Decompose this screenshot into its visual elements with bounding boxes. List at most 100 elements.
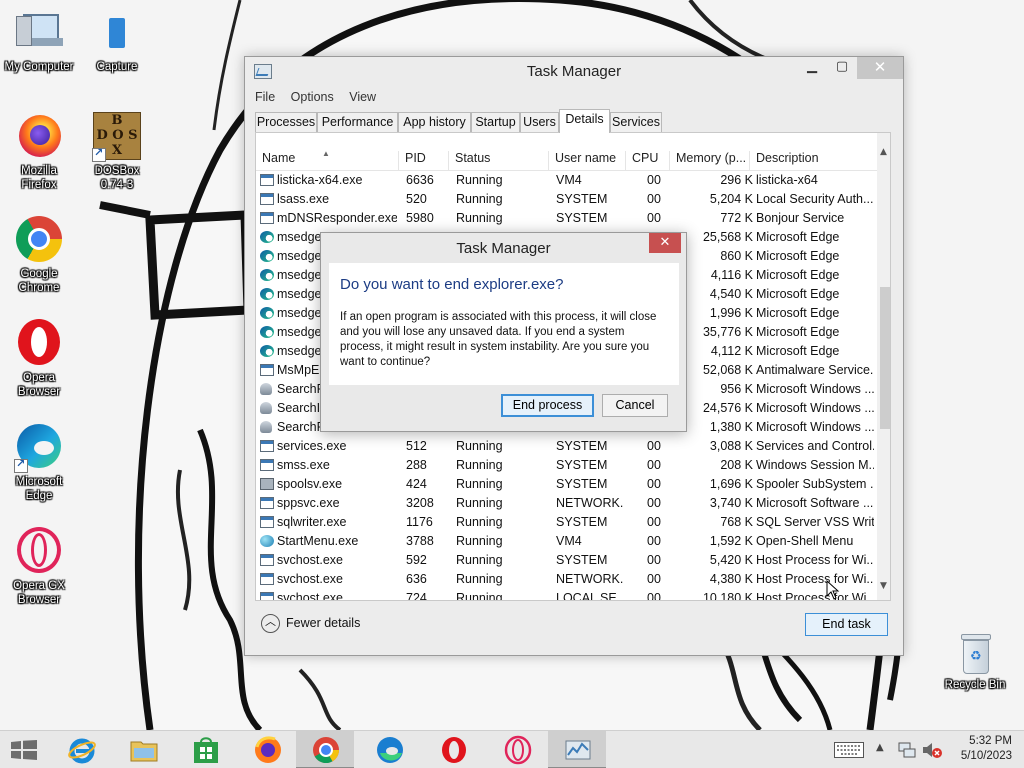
cell-desc: Microsoft Windows ... — [756, 401, 874, 415]
end-process-button[interactable]: End process — [501, 394, 594, 417]
table-row[interactable]: svchost.exe 592 Running SYSTEM 00 5,420 K Host… — [256, 551, 877, 570]
fewer-details-button[interactable]: ︿ Fewer details — [261, 614, 360, 636]
column-header-status[interactable]: Status — [449, 151, 549, 171]
end-task-button[interactable]: End task — [805, 613, 888, 636]
menu-file[interactable]: File — [255, 90, 275, 104]
tab-services[interactable]: Services — [610, 112, 662, 133]
cell-mem: 24,576 K — [702, 401, 753, 415]
close-button[interactable]: ✕ — [857, 57, 903, 79]
tab-app-history[interactable]: App history — [398, 112, 471, 133]
cell-user: SYSTEM — [556, 553, 608, 567]
menu-options[interactable]: Options — [291, 90, 334, 104]
taskbar-firefox[interactable] — [238, 731, 296, 768]
taskbar-store[interactable] — [176, 731, 234, 768]
cell-user: LOCAL SE... — [556, 591, 624, 601]
show-hidden-icons-icon[interactable]: ▲ — [876, 742, 884, 753]
desktop-icon-chrome[interactable]: Google Chrome — [0, 215, 78, 295]
cell-pid: 288 — [406, 458, 427, 472]
cell-desc: Microsoft Edge — [756, 344, 840, 358]
tab-startup[interactable]: Startup — [471, 112, 520, 133]
cell-desc: Microsoft Edge — [756, 287, 840, 301]
taskbar-opera[interactable] — [424, 731, 482, 768]
start-button[interactable] — [0, 731, 48, 768]
maximize-button[interactable]: ▢ — [827, 57, 857, 79]
cell-name: lsass.exe — [277, 192, 330, 206]
column-header-memory[interactable]: Memory (p... — [670, 151, 750, 171]
cell-pid: 512 — [406, 439, 427, 453]
clock-time: 5:32 PM — [969, 735, 1012, 747]
cell-name: spoolsv.exe — [277, 477, 343, 491]
table-row[interactable]: svchost.exe 636 Running NETWORK... 00 4,380 K… — [256, 570, 877, 589]
scroll-up-arrow-icon[interactable]: ▲ — [880, 147, 887, 157]
table-row[interactable]: StartMenu.exe 3788 Running VM4 00 1,592 K Open… — [256, 532, 877, 551]
cell-desc: Open-Shell Menu — [756, 534, 854, 548]
desktop-icon-my-computer[interactable]: My Computer — [0, 8, 78, 74]
desktop-icon-firefox[interactable]: Mozilla Firefox — [0, 112, 78, 192]
column-header-name[interactable]: Name ▲ — [256, 151, 399, 171]
dialog-close-button[interactable]: ✕ — [649, 233, 681, 253]
keyboard-icon[interactable] — [834, 742, 864, 758]
desktop-icon-edge[interactable]: Microsoft Edge — [0, 423, 78, 503]
dosbox-icon: BD O SX — [92, 112, 142, 162]
process-exe-icon — [260, 497, 274, 509]
cancel-button[interactable]: Cancel — [602, 394, 668, 417]
network-icon[interactable] — [898, 741, 916, 759]
column-header-pid[interactable]: PID — [399, 151, 449, 171]
tab-details[interactable]: Details — [559, 109, 610, 133]
tab-users[interactable]: Users — [520, 112, 559, 133]
volume-muted-icon[interactable] — [922, 741, 942, 759]
column-header-cpu[interactable]: CPU — [626, 151, 670, 171]
clock-date: 5/10/2023 — [960, 750, 1012, 762]
scroll-down-arrow-icon[interactable]: ▼ — [880, 581, 887, 591]
cell-desc: Windows Session M... — [756, 458, 874, 472]
table-row[interactable]: lsass.exe 520 Running SYSTEM 00 5,204 K Local … — [256, 190, 877, 209]
desktop-icon-opera[interactable]: Opera Browser — [0, 319, 78, 399]
table-row[interactable]: svchost.exe 724 Running LOCAL SE... 00 10,180… — [256, 589, 877, 601]
cell-cpu: 00 — [647, 515, 661, 529]
cell-user: NETWORK... — [556, 572, 624, 586]
sort-ascending-icon: ▲ — [322, 151, 330, 158]
minimize-button[interactable]: ▁ — [797, 57, 827, 79]
taskbar-edge[interactable] — [360, 731, 418, 768]
tab-performance[interactable]: Performance — [317, 112, 398, 133]
table-row[interactable]: mDNSResponder.exe 5980 Running SYSTEM 00 772 … — [256, 209, 877, 228]
table-row[interactable]: listicka-x64.exe 6636 Running VM4 00 296 Klis… — [256, 171, 877, 190]
cell-mem: 4,380 K — [709, 572, 753, 586]
column-header-user-name[interactable]: User name — [549, 151, 626, 171]
taskbar-file-explorer[interactable] — [114, 731, 172, 768]
computer-icon — [14, 8, 64, 58]
dialog-title: Task Manager — [456, 240, 551, 257]
task-manager-icon — [565, 740, 591, 760]
scroll-thumb[interactable] — [880, 287, 890, 429]
desktop-icon-capture[interactable]: Capture — [78, 8, 156, 74]
taskbar-internet-explorer[interactable] — [52, 731, 110, 768]
menu-view[interactable]: View — [349, 90, 376, 104]
table-row[interactable]: spoolsv.exe 424 Running SYSTEM 00 1,696 K Spoo… — [256, 475, 877, 494]
cell-desc: Bonjour Service — [756, 211, 845, 225]
chevron-up-icon: ︿ — [261, 614, 280, 633]
dialog-content: Do you want to end explorer.exe? If an o… — [329, 263, 679, 385]
vertical-scrollbar[interactable]: ▲ ▼ — [877, 133, 890, 600]
table-row[interactable]: sppsvc.exe 3208 Running NETWORK... 00 3,740 K… — [256, 494, 877, 513]
table-row[interactable]: services.exe 512 Running SYSTEM 00 3,088 K Ser… — [256, 437, 877, 456]
column-header-description[interactable]: Description — [750, 151, 877, 171]
taskbar-chrome[interactable] — [296, 731, 354, 768]
desktop-icon-recycle-bin[interactable]: ♻ Recycle Bin — [935, 632, 1015, 692]
table-row[interactable]: sqlwriter.exe 1176 Running SYSTEM 00 768 K SQL… — [256, 513, 877, 532]
desktop-icon-dosbox[interactable]: BD O SX DOSBox 0.74-3 — [78, 112, 156, 192]
cell-pid: 5980 — [406, 211, 434, 225]
desktop-icon-opera-gx[interactable]: Opera GX Browser — [0, 527, 78, 607]
process-user-icon — [260, 383, 272, 395]
clock[interactable]: 5:32 PM 5/10/2023 — [952, 734, 1012, 764]
cell-desc: Microsoft Windows ... — [756, 420, 874, 434]
taskbar-opera-gx[interactable] — [488, 731, 546, 768]
title-bar[interactable]: Task Manager ▁ ▢ ✕ — [245, 57, 903, 87]
system-tray: ▲ 5:32 PM 5/10/2023 — [830, 731, 1024, 768]
taskbar-task-manager[interactable] — [548, 731, 606, 768]
tab-processes[interactable]: Processes — [255, 112, 317, 133]
cell-desc: Microsoft Edge — [756, 325, 840, 339]
end-process-dialog[interactable]: Task Manager ✕ Do you want to end explor… — [320, 232, 687, 432]
table-row[interactable]: smss.exe 288 Running SYSTEM 00 208 K Windows S… — [256, 456, 877, 475]
process-exe-icon — [260, 364, 274, 376]
column-header-row: Name ▲ PID Status User name CPU Memory (… — [256, 147, 877, 171]
